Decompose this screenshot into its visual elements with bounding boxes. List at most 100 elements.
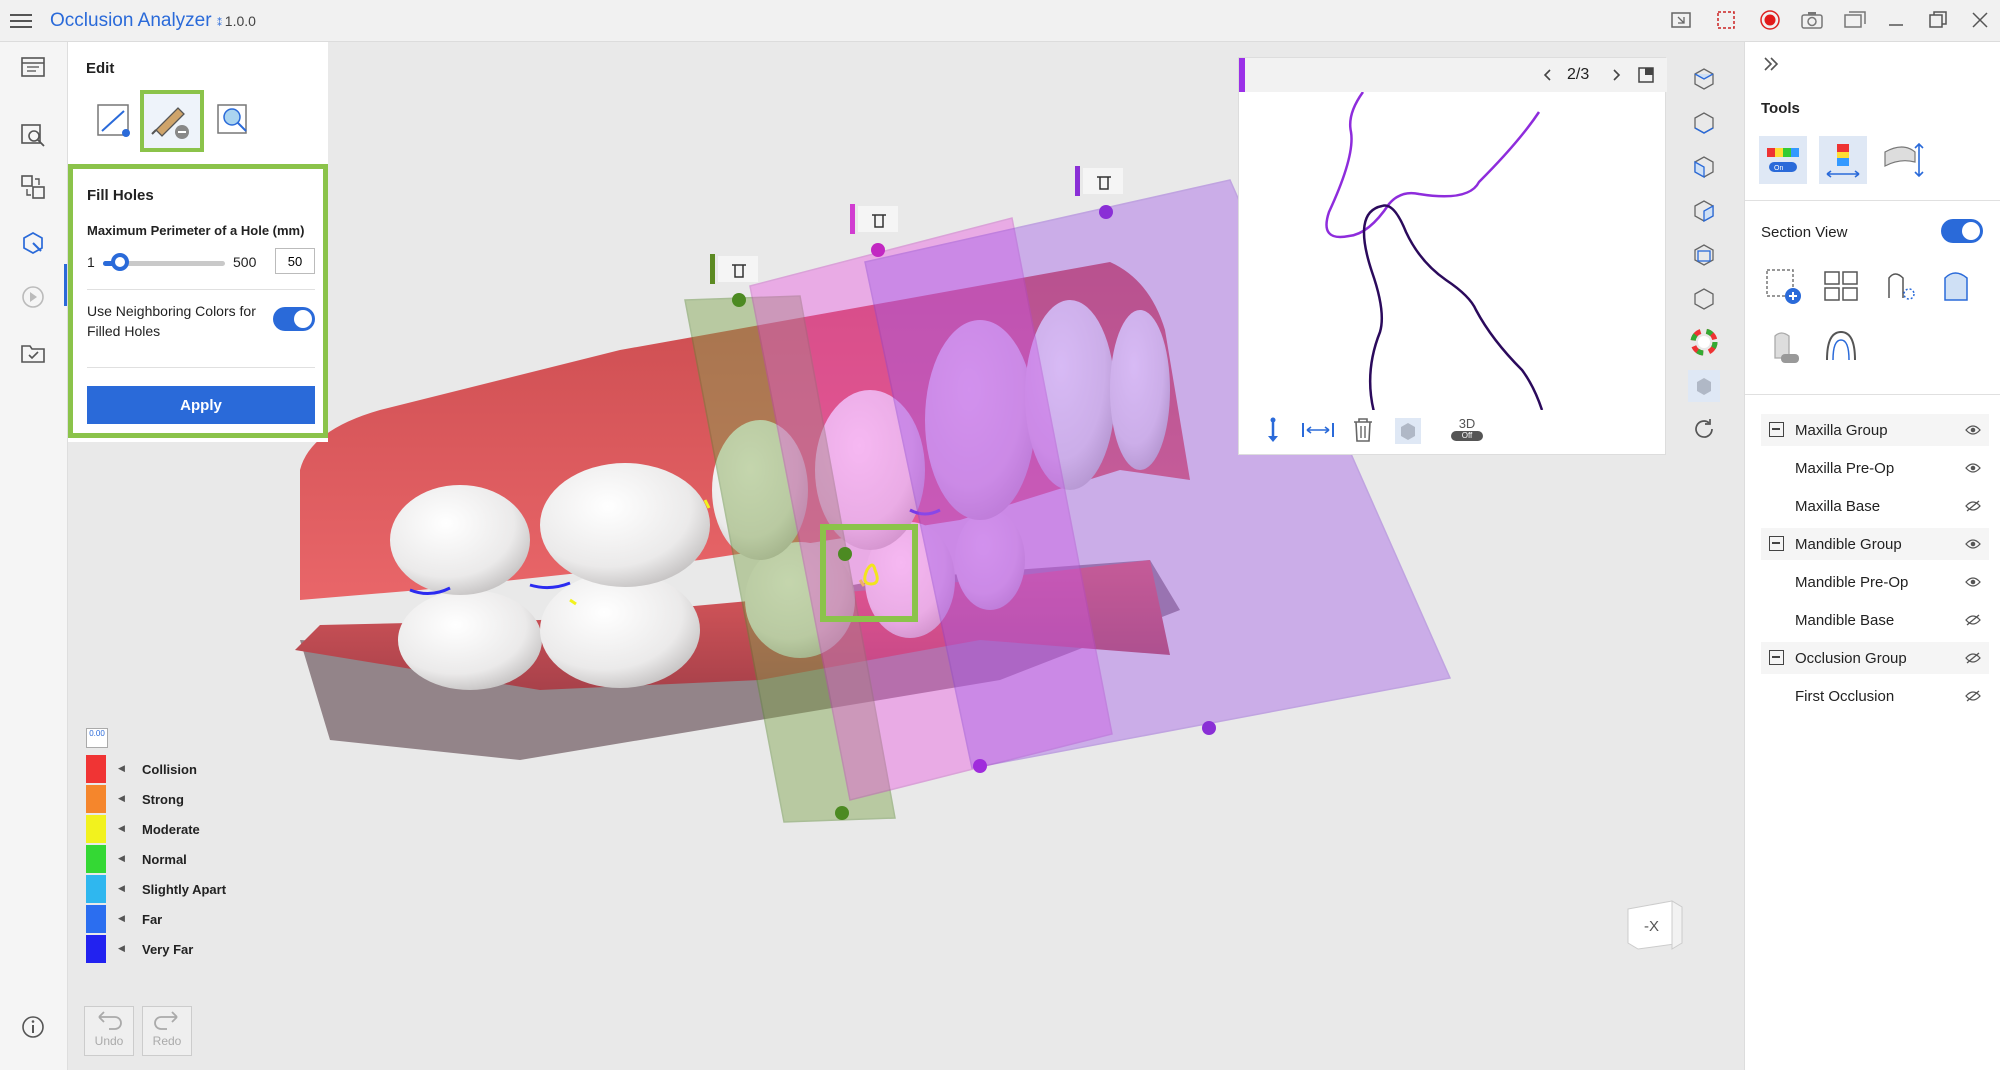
redo-button[interactable]: Redo [142, 1006, 192, 1056]
tree-row-first-occlusion[interactable]: First Occlusion [1761, 680, 1989, 712]
chevron-left-icon[interactable] [1541, 68, 1555, 82]
tree-row-maxilla-group[interactable]: Maxilla Group [1761, 414, 1989, 446]
color-map-icon[interactable] [1690, 328, 1718, 356]
eye-off-icon[interactable] [1965, 689, 1981, 703]
eye-icon[interactable] [1965, 423, 1981, 437]
plane-direction-icon[interactable] [1263, 416, 1283, 444]
divider [87, 367, 315, 368]
fill-holes-icon [151, 107, 189, 139]
menu-icon[interactable] [10, 10, 32, 32]
multi-section-icon[interactable] [1819, 264, 1863, 308]
export-icon[interactable] [18, 338, 48, 368]
occlusion-map-toggle-icon[interactable]: On [1759, 136, 1807, 184]
tree-row-maxilla-base[interactable]: Maxilla Base [1761, 490, 1989, 522]
smooth-tool-icon[interactable] [210, 97, 256, 143]
legend-reset-button[interactable]: 0.00 [86, 728, 108, 748]
collapse-icon[interactable] [1769, 422, 1784, 437]
edit-panel-title: Edit [86, 60, 115, 77]
measure-icon[interactable] [1670, 9, 1694, 31]
eye-icon[interactable] [1965, 537, 1981, 551]
3d-toggle[interactable]: 3D Off [1451, 416, 1483, 441]
navigation-cube[interactable]: -X [1624, 897, 1686, 951]
distance-measure-icon[interactable] [1301, 420, 1335, 440]
minimize-icon[interactable] [1884, 9, 1908, 31]
tree-row-occlusion-group[interactable]: Occlusion Group [1761, 642, 1989, 674]
caret-left-icon: ◀ [118, 853, 125, 863]
legend-item[interactable]: ◀ Far [86, 905, 286, 933]
trash-icon[interactable] [1351, 416, 1375, 444]
arch-curve-icon[interactable] [1819, 324, 1863, 368]
expand-popup-icon[interactable] [1637, 66, 1655, 84]
cross-section-profile [1325, 92, 1544, 410]
legend-item[interactable]: ◀ Normal [86, 845, 286, 873]
right-panel: Tools On Section View Maxilla Group Maxi… [1744, 42, 2000, 1070]
caret-left-icon: ◀ [118, 883, 125, 893]
view-front-icon[interactable] [1691, 242, 1717, 268]
tree-row-mandible-preop[interactable]: Mandible Pre-Op [1761, 566, 1989, 598]
view-back-icon[interactable] [1691, 286, 1717, 312]
eye-off-icon[interactable] [1965, 613, 1981, 627]
jaw-movement-icon[interactable] [1879, 136, 1927, 184]
play-icon[interactable] [18, 282, 48, 312]
legend-item[interactable]: ◀ Strong [86, 785, 286, 813]
add-section-icon[interactable] [1761, 264, 1805, 308]
section-auto-icon[interactable] [1877, 264, 1921, 308]
active-indicator [64, 264, 67, 306]
left-rail [0, 42, 68, 1070]
collapse-panel-icon[interactable] [1761, 54, 1781, 74]
divider [87, 289, 315, 290]
fill-holes-title: Fill Holes [87, 187, 154, 204]
perimeter-input[interactable] [275, 248, 315, 274]
chevron-right-icon[interactable] [1609, 68, 1623, 82]
tree-row-maxilla-preop[interactable]: Maxilla Pre-Op [1761, 452, 1989, 484]
undo-label: Undo [94, 1034, 124, 1048]
section-page-indicator: 2/3 [1567, 66, 1590, 83]
info-icon[interactable] [18, 1012, 48, 1042]
edit-mode-icon[interactable] [18, 228, 48, 258]
section-view-toggle[interactable] [1941, 219, 1983, 243]
svg-text:On: On [1774, 165, 1783, 172]
slider-max-label: 500 [233, 254, 257, 270]
collapse-icon[interactable] [1769, 650, 1784, 665]
legend-item[interactable]: ◀ Collision [86, 755, 286, 783]
tree-row-mandible-base[interactable]: Mandible Base [1761, 604, 1989, 636]
distance-gauge-icon[interactable] [1819, 136, 1867, 184]
gallery-icon[interactable] [1843, 9, 1867, 31]
reset-view-icon[interactable] [1691, 416, 1717, 442]
eye-icon[interactable] [1965, 575, 1981, 589]
camera-icon[interactable] [1800, 9, 1824, 31]
inspect-icon[interactable] [18, 120, 48, 150]
section-fill-off-icon[interactable] [1761, 324, 1805, 368]
view-bottom-icon[interactable] [1691, 110, 1717, 136]
eye-icon[interactable] [1965, 461, 1981, 475]
solid-view-icon[interactable] [1688, 370, 1720, 402]
restore-icon[interactable] [1926, 9, 1950, 31]
tree-row-mandible-group[interactable]: Mandible Group [1761, 528, 1989, 560]
align-icon[interactable] [18, 172, 48, 202]
display-mode-icon[interactable] [1395, 418, 1421, 444]
fill-holes-tool[interactable] [140, 90, 204, 152]
caret-left-icon: ◀ [118, 913, 125, 923]
legend-item[interactable]: ◀ Very Far [86, 935, 286, 963]
view-left-icon[interactable] [1691, 154, 1717, 180]
legend-item[interactable]: ◀ Slightly Apart [86, 875, 286, 903]
legend-item[interactable]: ◀ Moderate [86, 815, 286, 843]
record-icon[interactable] [1758, 9, 1782, 31]
legend-swatch [86, 815, 106, 843]
neighbor-colors-toggle[interactable] [273, 307, 315, 331]
screen-capture-icon[interactable] [1715, 9, 1739, 31]
collapse-icon[interactable] [1769, 536, 1784, 551]
fill-holes-panel: Fill Holes Maximum Perimeter of a Hole (… [68, 164, 328, 438]
section-plane-icon[interactable] [1935, 264, 1979, 308]
close-icon[interactable] [1968, 9, 1992, 31]
trim-tool-icon[interactable] [92, 97, 138, 143]
legend-swatch [86, 755, 106, 783]
view-top-icon[interactable] [1691, 66, 1717, 92]
undo-button[interactable]: Undo [84, 1006, 134, 1056]
eye-off-icon[interactable] [1965, 651, 1981, 665]
view-right-icon[interactable] [1691, 198, 1717, 224]
apply-button[interactable]: Apply [87, 386, 315, 424]
case-info-icon[interactable] [18, 52, 48, 82]
slider-thumb[interactable] [111, 253, 129, 271]
eye-off-icon[interactable] [1965, 499, 1981, 513]
